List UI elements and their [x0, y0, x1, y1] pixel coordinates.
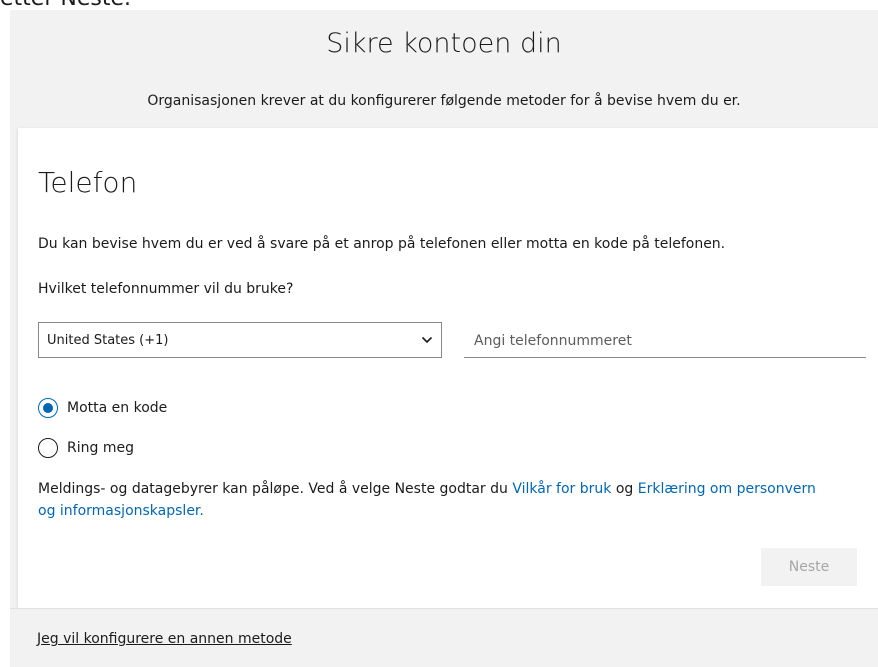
page-subtitle: Organisasjonen krever at du konfigurerer… — [147, 93, 741, 109]
truncated-instruction-text: etter Neste. — [0, 0, 200, 10]
disclaimer-conjunction: og — [611, 481, 638, 497]
radio-label-call-me: Ring meg — [67, 440, 134, 456]
page-title: Sikre kontoen din — [326, 28, 562, 59]
footer: Jeg vil konfigurere en annen metode — [10, 608, 878, 667]
method-description: Du kan bevise hvem du er ved å svare på … — [38, 236, 726, 252]
radio-button-checked[interactable] — [38, 398, 58, 418]
next-button[interactable]: Neste — [761, 548, 857, 586]
method-title: Telefon — [38, 166, 138, 199]
country-code-value: United States (+1) — [47, 333, 169, 348]
radio-receive-code[interactable]: Motta en kode — [38, 396, 167, 420]
terms-of-use-link[interactable]: Vilkår for bruk — [512, 481, 611, 497]
radio-button-unchecked[interactable] — [38, 438, 58, 458]
chevron-down-icon — [421, 336, 433, 344]
phone-method-card: Telefon Du kan bevise hvem du er ved å s… — [18, 128, 878, 608]
country-code-select[interactable]: United States (+1) — [38, 322, 442, 358]
phone-number-question: Hvilket telefonnummer vil du bruke? — [38, 281, 294, 297]
auth-setup-page: Sikre kontoen din Organisasjonen krever … — [10, 10, 878, 667]
charges-disclaimer: Meldings- og datagebyrer kan påløpe. Ved… — [38, 478, 828, 522]
disclaimer-text: Meldings- og datagebyrer kan påløpe. Ved… — [38, 481, 513, 497]
radio-call-me[interactable]: Ring meg — [38, 436, 134, 460]
phone-number-input[interactable] — [464, 324, 866, 358]
other-method-link[interactable]: Jeg vil konfigurere en annen metode — [37, 631, 292, 647]
radio-label-receive-code: Motta en kode — [67, 400, 168, 416]
